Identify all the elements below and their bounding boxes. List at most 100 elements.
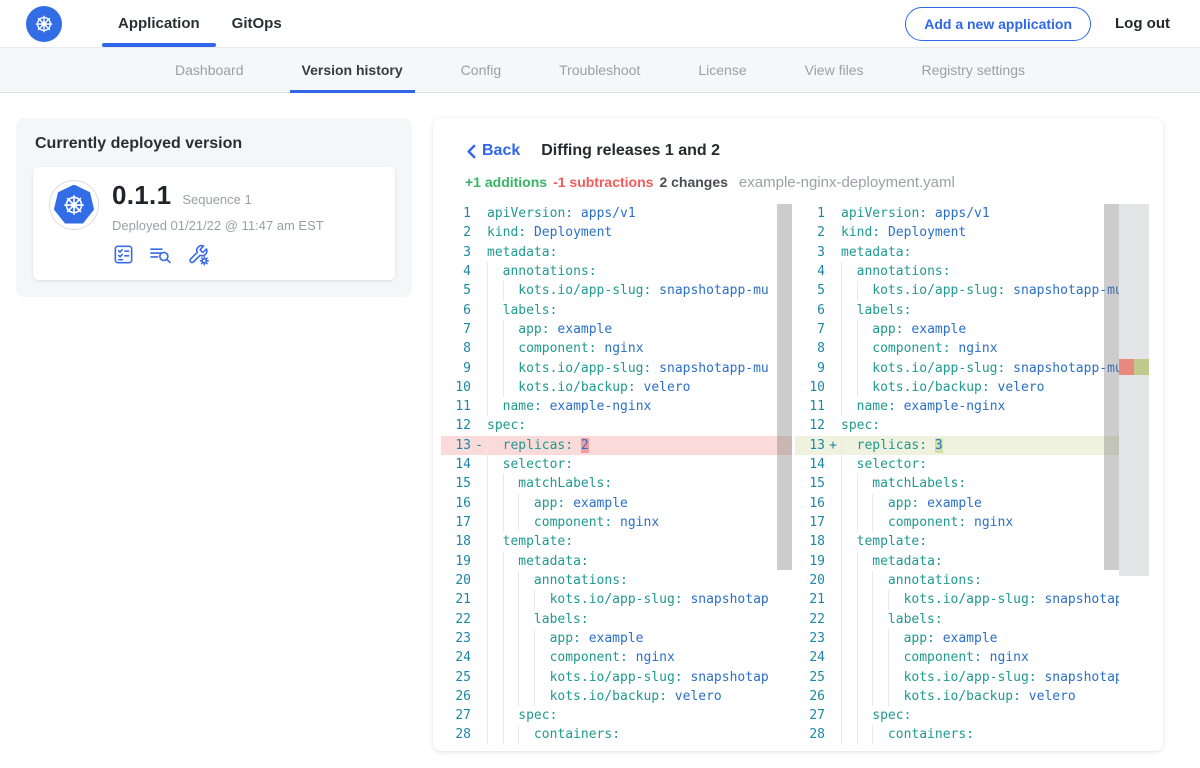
scrollbar-thumb-right[interactable] (1104, 204, 1119, 570)
diff-sign (471, 571, 487, 590)
tab-gitops[interactable]: GitOps (216, 0, 298, 47)
indent-guide (503, 359, 519, 378)
tab-application[interactable]: Application (102, 0, 216, 47)
diff-sign (825, 455, 841, 474)
view-logs-icon[interactable] (148, 243, 173, 266)
diff-line-original: 5kots.io/app-slug: snapshotapp-mu (441, 281, 792, 300)
diff-line-modified: 28containers: (795, 725, 1119, 744)
diff-line-original: 18template: (441, 532, 792, 551)
indent-guide (503, 513, 519, 532)
logout-link[interactable]: Log out (1115, 15, 1170, 32)
line-number: 21 (795, 590, 825, 609)
diff-title: Diffing releases 1 and 2 (541, 142, 720, 160)
deployed-version-details: 0.1.1 Sequence 1 Deployed 01/21/22 @ 11:… (112, 180, 324, 266)
indent-guide (503, 725, 519, 744)
indent-guide (503, 339, 519, 358)
diff-sign (471, 610, 487, 629)
indent-guide (841, 706, 857, 725)
diff-filename: example-nginx-deployment.yaml (739, 174, 955, 191)
indent-guide (841, 262, 857, 281)
indent-guide (872, 590, 888, 609)
indent-guide (503, 571, 519, 590)
indent-guide (503, 552, 519, 571)
indent-guide (841, 648, 857, 667)
tab-view-files[interactable]: View files (805, 48, 864, 93)
top-bar: Application GitOps Add a new application… (0, 0, 1200, 48)
diff-sign (825, 610, 841, 629)
tab-license[interactable]: License (698, 48, 746, 93)
tab-troubleshoot[interactable]: Troubleshoot (559, 48, 640, 93)
tab-config[interactable]: Config (461, 48, 501, 93)
indent-guide (872, 571, 888, 590)
diff-pane-modified[interactable]: 1apiVersion: apps/v12kind: Deployment3me… (795, 204, 1119, 745)
tab-version-history[interactable]: Version history (302, 48, 403, 93)
line-number: 22 (441, 610, 471, 629)
diff-sign (825, 725, 841, 744)
indent-guide (841, 571, 857, 590)
line-number: 25 (795, 668, 825, 687)
checklist-icon[interactable] (112, 243, 135, 266)
line-number: 1 (441, 204, 471, 223)
line-number: 25 (441, 668, 471, 687)
indent-guide (518, 610, 534, 629)
indent-guide (872, 610, 888, 629)
line-number: 20 (441, 571, 471, 590)
tab-registry-settings[interactable]: Registry settings (922, 48, 1025, 93)
diff-line-modified: 13+replicas: 3 (795, 436, 1119, 455)
diff-sign (825, 243, 841, 262)
indent-guide (857, 668, 873, 687)
diff-sign (825, 706, 841, 725)
diff-sign (825, 223, 841, 242)
indent-guide (857, 648, 873, 667)
diff-line-original: 3metadata: (441, 243, 792, 262)
line-number: 24 (441, 648, 471, 667)
diff-line-original: 14selector: (441, 455, 792, 474)
diff-sign (825, 339, 841, 358)
diff-line-modified: 1apiVersion: apps/v1 (795, 204, 1119, 223)
diff-sign (471, 552, 487, 571)
diff-line-modified: 7app: example (795, 320, 1119, 339)
indent-guide (518, 513, 534, 532)
indent-guide (857, 706, 873, 725)
indent-guide (487, 378, 503, 397)
indent-guide (534, 648, 550, 667)
diff-line-modified: 17component: nginx (795, 513, 1119, 532)
indent-guide (841, 474, 857, 493)
indent-guide (487, 397, 503, 416)
indent-guide (503, 590, 519, 609)
line-number: 5 (441, 281, 471, 300)
wrench-gear-icon[interactable] (186, 243, 210, 266)
overview-removed-mark (1119, 359, 1134, 375)
indent-guide (841, 532, 857, 551)
diff-line-modified: 22labels: (795, 610, 1119, 629)
line-number: 3 (795, 243, 825, 262)
diff-sign (471, 397, 487, 416)
line-number: 6 (441, 301, 471, 320)
diff-line-original: 15matchLabels: (441, 474, 792, 493)
diff-line-modified: 9kots.io/app-slug: snapshotapp-mu (795, 359, 1119, 378)
indent-guide (888, 629, 904, 648)
line-number: 3 (441, 243, 471, 262)
diff-line-original: 20annotations: (441, 571, 792, 590)
diff-sign (471, 725, 487, 744)
indent-guide (857, 281, 873, 300)
line-number: 18 (441, 532, 471, 551)
indent-guide (841, 320, 857, 339)
line-number: 1 (795, 204, 825, 223)
line-number: 26 (441, 687, 471, 706)
diff-line-original: 16app: example (441, 494, 792, 513)
line-number: 13 (441, 436, 471, 455)
diff-pane-original[interactable]: 1apiVersion: apps/v12kind: Deployment3me… (441, 204, 792, 745)
add-application-button[interactable]: Add a new application (905, 7, 1091, 41)
scrollbar-thumb-left[interactable] (777, 204, 792, 570)
diff-overview-ruler[interactable] (1119, 204, 1149, 745)
indent-guide (841, 397, 857, 416)
back-link[interactable]: Back (465, 142, 520, 160)
tab-dashboard[interactable]: Dashboard (175, 48, 244, 93)
deployed-timestamp: Deployed 01/21/22 @ 11:47 am EST (112, 218, 324, 233)
indent-guide (518, 687, 534, 706)
diff-sign (471, 668, 487, 687)
line-number: 11 (441, 397, 471, 416)
indent-guide (487, 281, 503, 300)
indent-guide (857, 590, 873, 609)
